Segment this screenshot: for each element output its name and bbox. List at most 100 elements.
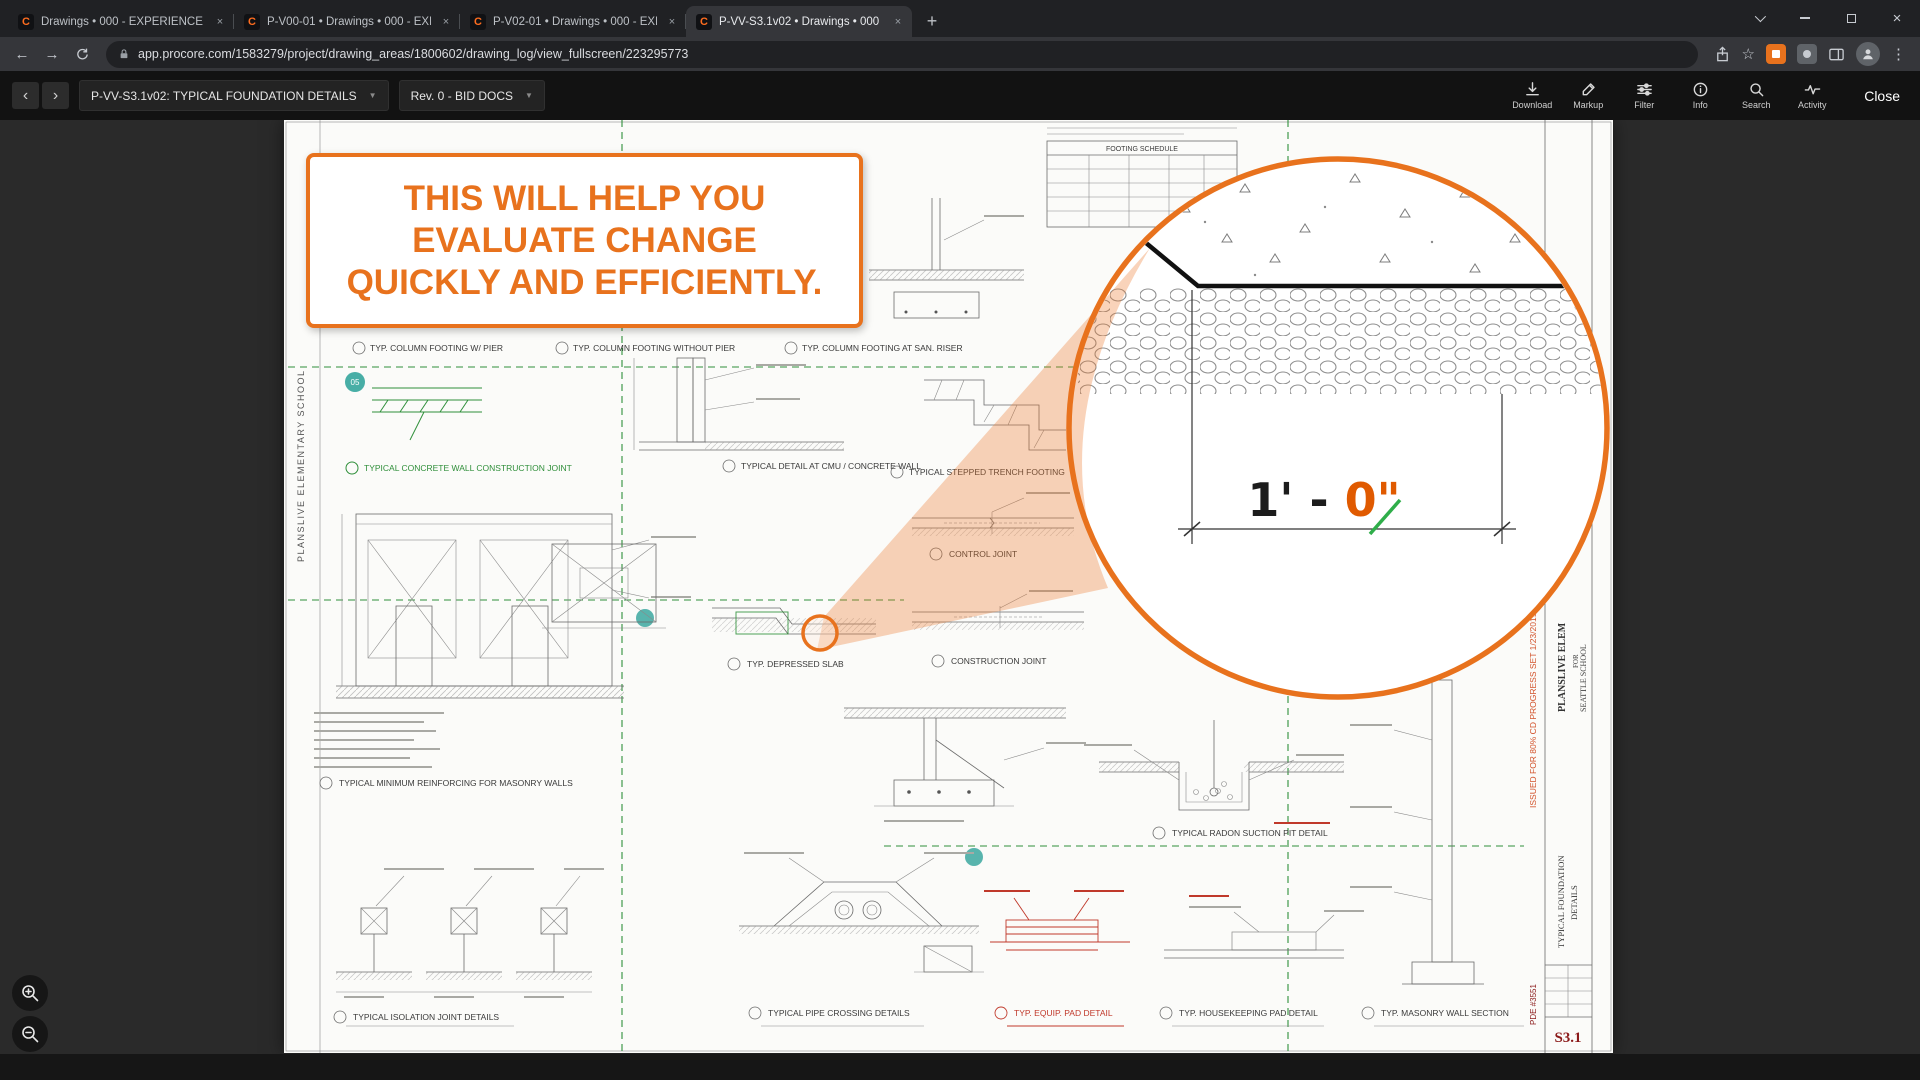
detail-sketch-cmu-wall [634,358,844,450]
zoom-in-button[interactable] [12,975,48,1011]
svg-text:CONTROL JOINT: CONTROL JOINT [949,549,1017,559]
detail-label-housekeeping-pad: TYP. HOUSEKEEPING PAD DETAIL [1160,1007,1324,1026]
tab-search-icon[interactable] [1736,0,1782,36]
previous-drawing-button[interactable]: ‹ [12,82,39,109]
tab-title: Drawings • 000 - EXPERIENCE - F [41,16,205,28]
zoom-out-button[interactable] [12,1016,48,1052]
forward-button[interactable]: → [38,40,66,68]
title-block: ISSUED FOR 80% CD PROGRESS SET 1/23/2019… [1528,612,1588,1046]
detail-sketch-stepped-trench [924,380,1066,450]
callout-line: THIS WILL HELP YOU [310,178,859,220]
filter-sliders-icon [1636,81,1653,98]
window-minimize-button[interactable] [1782,0,1828,36]
footing-schedule-table: FOOTING SCHEDULE [1047,128,1237,227]
extension-badge-icon[interactable] [1766,44,1786,64]
filter-button[interactable]: Filter [1618,81,1670,110]
title-block-sheet-title-2: DETAILS [1569,885,1579,920]
share-icon[interactable] [1714,46,1731,63]
chevron-down-icon: ▼ [525,91,533,100]
drawing-viewer[interactable]: FOOTING SCHEDULE TYP. COLUMN FOOTING W/ … [0,120,1920,1080]
side-panel-icon[interactable] [1828,46,1845,63]
extension-icon[interactable] [1797,44,1817,64]
title-block-pde: PDE #3551 [1529,984,1538,1025]
detail-sketch-pipe-crossing [739,852,984,972]
drawing-title: P-VV-S3.1v02: TYPICAL FOUNDATION DETAILS [91,89,357,103]
procore-favicon: C [470,14,486,30]
title-block-sheet-title-1: TYPICAL FOUNDATION [1556,856,1566,948]
address-bar[interactable]: app.procore.com/1583279/project/drawing_… [106,41,1698,68]
bookmark-star-icon[interactable]: ☆ [1742,45,1755,63]
activity-button[interactable]: Activity [1786,81,1838,110]
browser-toolbar: ← → app.procore.com/1583279/project/draw… [0,37,1920,71]
search-button[interactable]: Search [1730,81,1782,110]
tab-close-icon[interactable]: × [212,14,228,30]
activity-pulse-icon [1804,81,1821,98]
detail-label: TYP. COLUMN FOOTING AT SAN. RISER [802,343,963,353]
reload-button[interactable] [68,40,96,68]
back-button[interactable]: ← [8,40,36,68]
tab-close-icon[interactable]: × [890,14,906,30]
revision-label: Rev. 0 - BID DOCS [411,89,513,103]
detail-label-equip-pad: TYP. EQUIP. PAD DETAIL [995,1007,1124,1026]
bottom-bar [0,1054,1920,1080]
download-icon [1524,81,1541,98]
drawing-nav: ‹ › [12,82,69,109]
info-button[interactable]: Info [1674,81,1726,110]
detail-label-green: TYPICAL CONCRETE WALL CONSTRUCTION JOINT [346,462,572,474]
svg-text:TYPICAL ISOLATION JOINT DETAIL: TYPICAL ISOLATION JOINT DETAILS [353,1012,499,1022]
browser-menu-icon[interactable]: ⋮ [1891,45,1906,63]
procore-favicon: C [244,14,260,30]
download-button[interactable]: Download [1506,81,1558,110]
zoom-controls [12,975,48,1052]
tab-pvv-s31v02-active[interactable]: C P-VV-S3.1v02 • Drawings • 000 × [686,6,912,37]
tab-pv02-01[interactable]: C P-V02-01 • Drawings • 000 - EXP × [460,6,686,37]
search-icon [1748,81,1765,98]
detail-label-construction-joint: CONSTRUCTION JOINT [932,655,1046,667]
detail-label-pipe-crossing: TYPICAL PIPE CROSSING DETAILS [749,1007,924,1026]
detail-sketch-masonry-wall-section [1350,680,1484,984]
zoom-in-icon [20,983,40,1003]
detail-label-isolation-joints: TYPICAL ISOLATION JOINT DETAILS [334,1011,514,1026]
zoom-out-icon [20,1024,40,1044]
drawing-title-dropdown[interactable]: P-VV-S3.1v02: TYPICAL FOUNDATION DETAILS… [79,80,389,111]
tip-callout: THIS WILL HELP YOU EVALUATE CHANGE QUICK… [306,153,863,328]
window-controls: × [1736,0,1920,36]
tab-title: P-V02-01 • Drawings • 000 - EXP [493,16,657,28]
svg-text:TYP. DEPRESSED SLAB: TYP. DEPRESSED SLAB [747,659,844,669]
detail-label-control-joint: CONTROL JOINT [930,548,1017,560]
tab-drawings-experience[interactable]: C Drawings • 000 - EXPERIENCE - F × [8,6,234,37]
detail-sketch-control-joint [912,492,1074,536]
tab-close-icon[interactable]: × [664,14,680,30]
lock-icon [118,48,130,60]
tab-close-icon[interactable]: × [438,14,454,30]
detail-sketch-housekeeping-pad [1164,895,1364,958]
detail-label-stepped-trench: TYPICAL STEPPED TRENCH FOOTING [891,466,1065,478]
tab-title: P-V00-01 • Drawings • 000 - EXP [267,16,431,28]
next-drawing-button[interactable]: › [42,82,69,109]
window-close-button[interactable]: × [1874,0,1920,36]
detail-label-radon-pit: TYPICAL RADON SUCTION PIT DETAIL [1153,827,1328,839]
detail-labels-row1: TYP. COLUMN FOOTING W/ PIER TYP. COLUMN … [353,342,963,354]
detail-sketch-equip-pad-red [984,890,1130,950]
detail-sketch-depressed-slab [712,608,876,634]
svg-text:TYPICAL RADON SUCTION PIT DETA: TYPICAL RADON SUCTION PIT DETAIL [1172,828,1328,838]
close-button[interactable]: Close [1864,88,1900,104]
profile-avatar[interactable] [1856,42,1880,66]
browser-tab-strip: C Drawings • 000 - EXPERIENCE - F × C P-… [0,0,1920,37]
procore-favicon: C [696,14,712,30]
markup-button[interactable]: Markup [1562,81,1614,110]
revision-dropdown[interactable]: Rev. 0 - BID DOCS ▼ [399,80,545,111]
markup-badge-number: 05 [351,378,360,387]
tab-pv00-01[interactable]: C P-V00-01 • Drawings • 000 - EXP × [234,6,460,37]
svg-text:TYPICAL MINIMUM REINFORCING FO: TYPICAL MINIMUM REINFORCING FOR MASONRY … [339,778,573,788]
toolbar-right-icons: ☆ ⋮ [1708,42,1912,66]
window-maximize-button[interactable] [1828,0,1874,36]
detail-sketch-isolation-joints [336,868,604,998]
new-tab-button[interactable]: + [918,7,946,35]
markup-badges[interactable]: 05 [345,372,983,866]
viewer-actions: Download Markup Filter Info Search Activ… [1506,81,1838,110]
chevron-down-icon: ▼ [369,91,377,100]
detail-label-depressed-slab: TYP. DEPRESSED SLAB [728,658,844,670]
detail-sketch-radon-pit [1084,720,1344,824]
svg-text:TYPICAL PIPE CROSSING DETAILS: TYPICAL PIPE CROSSING DETAILS [768,1008,910,1018]
